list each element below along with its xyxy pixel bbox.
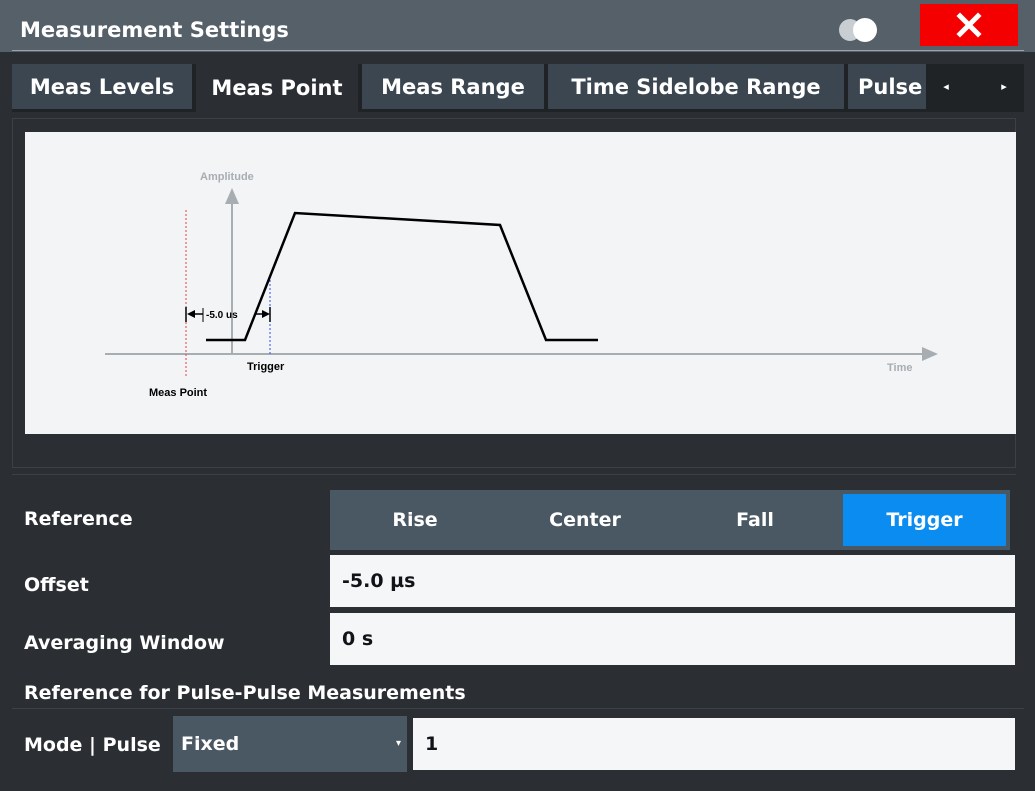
tab-scroll-right-button[interactable]: ▸ [984,64,1024,109]
tab-meas-levels[interactable]: Meas Levels [12,64,192,109]
meas-point-diagram: Amplitude Time Trigger Meas Point -5.0 u… [25,132,1016,434]
tab-pulse[interactable]: Pulse [848,64,926,109]
meas-point-label: Meas Point [149,387,207,399]
reference-option-center[interactable]: Center [500,490,670,550]
pulse-diagram: Amplitude Time Trigger Meas Point -5.0 u… [105,171,938,399]
close-icon [956,12,982,38]
offset-label: Offset [24,574,89,596]
mode-pulse-label: Mode | Pulse [24,734,161,756]
time-axis-arrow [922,347,938,361]
averaging-window-field[interactable]: 0 s [330,613,1015,665]
tab-meas-point[interactable]: Meas Point [196,64,358,112]
reference-selector: Rise Center Fall Trigger [330,490,1010,550]
chevron-right-icon: ▸ [1001,80,1007,93]
tab-scroll-left-button[interactable]: ◂ [926,64,966,109]
reference-option-fall[interactable]: Fall [670,490,840,550]
title-divider [12,50,1024,51]
toggle-icon[interactable] [838,18,882,42]
dialog-title: Measurement Settings [20,18,289,42]
mode-dropdown[interactable]: Fixed ▾ [173,716,407,772]
tab-time-sidelobe-range[interactable]: Time Sidelobe Range [548,64,844,109]
chevron-left-icon: ◂ [943,80,949,93]
chevron-down-icon: ▾ [395,738,401,749]
averaging-window-label: Averaging Window [24,632,225,654]
tab-bar: Meas Levels Meas Point Meas Range Time S… [12,64,1024,112]
tab-meas-range[interactable]: Meas Range [362,64,544,109]
pulse-trace [206,211,598,342]
trigger-label: Trigger [247,361,285,373]
mode-dropdown-value: Fixed [181,733,240,755]
time-label: Time [887,362,912,374]
reference-option-rise[interactable]: Rise [330,490,500,550]
amplitude-axis-arrow [225,188,239,204]
close-button[interactable] [920,4,1018,46]
offset-dimension-label: -5.0 us [206,310,238,321]
pulse-number-field[interactable]: 1 [413,718,1015,770]
reference-option-trigger[interactable]: Trigger [843,494,1006,546]
reference-label: Reference [24,508,133,530]
pulse-reference-section-title: Reference for Pulse-Pulse Measurements [24,682,466,704]
title-bar: Measurement Settings [0,0,1035,52]
offset-field[interactable]: -5.0 µs [330,555,1015,607]
amplitude-label: Amplitude [200,171,254,183]
